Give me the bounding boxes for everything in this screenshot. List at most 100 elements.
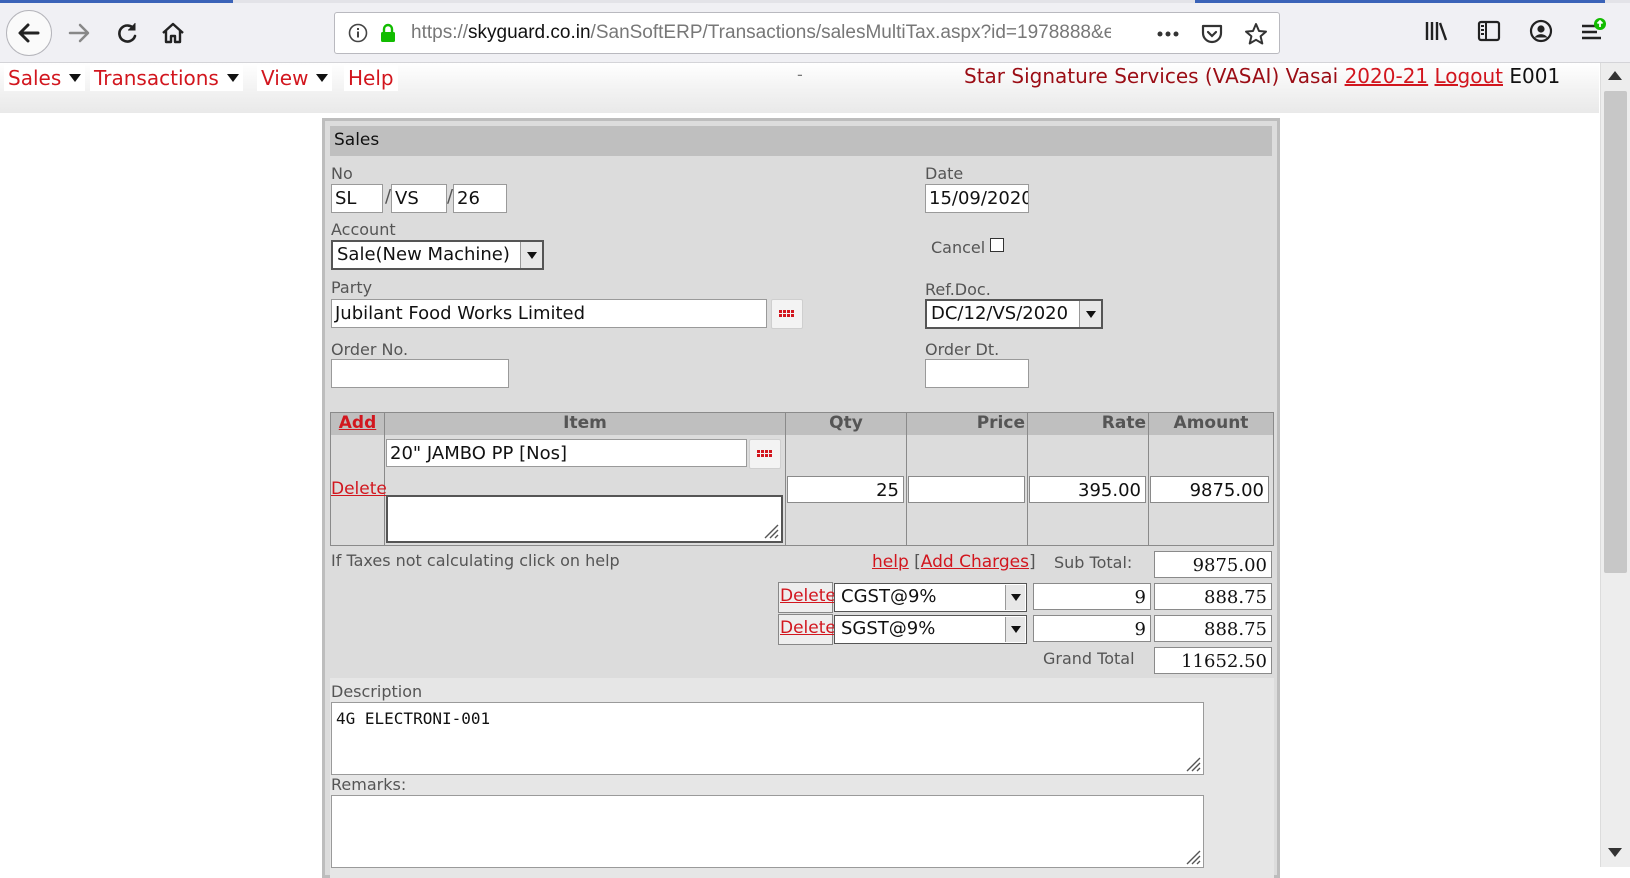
- tax-rate-field[interactable]: 9: [1033, 583, 1151, 610]
- user-id: E001: [1503, 64, 1561, 88]
- tax-rate-field[interactable]: 9: [1033, 615, 1151, 642]
- url-path: /SanSoftERP/Transactions/salesMultiTax.a…: [590, 22, 1111, 43]
- menu-label: Help: [348, 66, 394, 90]
- library-icon[interactable]: [1422, 16, 1452, 46]
- description-label: Description: [331, 682, 423, 701]
- qty-header: Qty: [786, 413, 907, 435]
- dropdown-arrow-icon[interactable]: [520, 242, 542, 268]
- url-bar[interactable]: https://skyguard.co.in/SanSoftERP/Transa…: [334, 12, 1280, 54]
- more-actions-icon[interactable]: [1155, 21, 1181, 47]
- qty-field[interactable]: 25: [787, 476, 904, 503]
- subtotal-field[interactable]: 9875.00: [1154, 551, 1272, 578]
- menu-transactions[interactable]: Transactions: [90, 65, 243, 91]
- no-label: No: [331, 164, 353, 183]
- date-field[interactable]: 15/09/2020: [925, 184, 1029, 213]
- scroll-up-icon[interactable]: [1608, 71, 1622, 80]
- add-header: Add: [331, 413, 385, 435]
- party-field[interactable]: Jubilant Food Works Limited: [331, 299, 767, 328]
- info-icon[interactable]: [347, 22, 369, 44]
- logout-link[interactable]: Logout: [1435, 64, 1503, 88]
- no-prefix-field[interactable]: SL: [331, 184, 383, 213]
- menubar-separator: -: [797, 65, 803, 84]
- rate-field[interactable]: 395.00: [1029, 476, 1146, 503]
- tax-row: Delete: [778, 614, 836, 645]
- price-field[interactable]: [908, 476, 1025, 503]
- no-branch-field[interactable]: VS: [391, 184, 447, 213]
- order-dt-field[interactable]: [925, 359, 1029, 388]
- delete-tax-link[interactable]: Delete: [780, 618, 836, 638]
- tax-hint-text: If Taxes not calculating click on help: [331, 551, 620, 570]
- account-icon[interactable]: [1526, 16, 1556, 46]
- items-table: Add Item Qty Price Rate Amount Delete 20…: [330, 412, 1274, 546]
- tax-name: CGST@9%: [841, 586, 937, 607]
- item-note-field[interactable]: [386, 495, 783, 543]
- menu-help[interactable]: Help: [344, 65, 398, 91]
- financial-year-link[interactable]: 2020-21: [1345, 64, 1429, 88]
- back-button[interactable]: [6, 10, 52, 56]
- party-lookup-button[interactable]: [771, 299, 803, 329]
- tax-name: SGST@9%: [841, 618, 936, 639]
- description-field[interactable]: 4G ELECTRONI-001: [331, 702, 1204, 775]
- delete-tax-link[interactable]: Delete: [780, 586, 836, 606]
- grand-total-label: Grand Total: [1043, 649, 1135, 668]
- price-header: Price: [907, 413, 1028, 435]
- bookmark-star-icon[interactable]: [1243, 21, 1269, 47]
- dropdown-arrow-icon[interactable]: [1005, 617, 1025, 642]
- resize-grip-icon[interactable]: [763, 523, 779, 539]
- app-menubar: Sales Transactions View Help - Star Sign…: [0, 63, 1599, 113]
- resize-grip-icon[interactable]: [1185, 849, 1201, 865]
- menu-update-icon[interactable]: [1578, 16, 1608, 46]
- item-lookup-button[interactable]: [749, 439, 781, 469]
- add-row-link[interactable]: Add: [339, 413, 377, 433]
- qty-cell: 25: [786, 435, 907, 545]
- tax-select[interactable]: SGST@9%: [834, 615, 1027, 644]
- no-number-field[interactable]: 26: [453, 184, 507, 213]
- rate-cell: 395.00: [1028, 435, 1149, 545]
- help-link[interactable]: help: [872, 552, 909, 572]
- scroll-thumb[interactable]: [1604, 91, 1627, 573]
- lock-icon[interactable]: [377, 22, 399, 44]
- pocket-icon[interactable]: [1199, 21, 1225, 47]
- menu-sales[interactable]: Sales: [4, 65, 86, 91]
- dropdown-arrow-icon[interactable]: [1005, 585, 1025, 610]
- table-row: Delete: [331, 435, 387, 545]
- rate-header: Rate: [1028, 413, 1149, 435]
- browser-toolbar: https://skyguard.co.in/SanSoftERP/Transa…: [0, 0, 1630, 63]
- url-protocol: https://: [411, 22, 469, 43]
- tax-row: Delete: [778, 582, 836, 613]
- tax-amount-field[interactable]: 888.75: [1154, 615, 1272, 642]
- resize-grip-icon[interactable]: [1185, 756, 1201, 772]
- lookup-dots-icon: [779, 310, 794, 317]
- account-select[interactable]: Sale(New Machine): [331, 240, 544, 270]
- menu-view[interactable]: View: [257, 65, 333, 91]
- reload-button[interactable]: [104, 10, 150, 56]
- item-header: Item: [385, 413, 786, 435]
- subtotal-label: Sub Total:: [1054, 553, 1133, 572]
- url-text[interactable]: https://skyguard.co.in/SanSoftERP/Transa…: [411, 22, 1111, 44]
- caret-down-icon: [226, 74, 239, 82]
- tax-select[interactable]: CGST@9%: [834, 583, 1027, 612]
- reload-icon: [118, 23, 137, 43]
- tab-strip-edge: [0, 0, 1630, 3]
- forward-button[interactable]: [56, 10, 102, 56]
- order-no-field[interactable]: [331, 359, 509, 388]
- menu-label: Sales: [8, 66, 62, 90]
- home-button[interactable]: [150, 10, 196, 56]
- refdoc-select[interactable]: DC/12/VS/2020: [925, 299, 1103, 329]
- sidebar-icon[interactable]: [1474, 16, 1504, 46]
- party-label: Party: [331, 278, 373, 297]
- cancel-checkbox[interactable]: [990, 238, 1004, 252]
- item-field[interactable]: 20" JAMBO PP [Nos]: [386, 439, 747, 467]
- scroll-down-icon[interactable]: [1608, 848, 1622, 857]
- amount-field[interactable]: 9875.00: [1150, 476, 1269, 503]
- panel-title: Sales: [330, 126, 1272, 156]
- tax-amount-field[interactable]: 888.75: [1154, 583, 1272, 610]
- grand-total-field[interactable]: 11652.50: [1154, 647, 1272, 674]
- delete-row-link[interactable]: Delete: [331, 479, 387, 499]
- dropdown-arrow-icon[interactable]: [1079, 301, 1101, 327]
- page-scrollbar[interactable]: [1600, 63, 1630, 867]
- lookup-dots-icon: [757, 450, 772, 457]
- cancel-label: Cancel: [931, 238, 986, 257]
- remarks-field[interactable]: [331, 795, 1204, 868]
- add-charges-link[interactable]: Add Charges: [921, 552, 1029, 572]
